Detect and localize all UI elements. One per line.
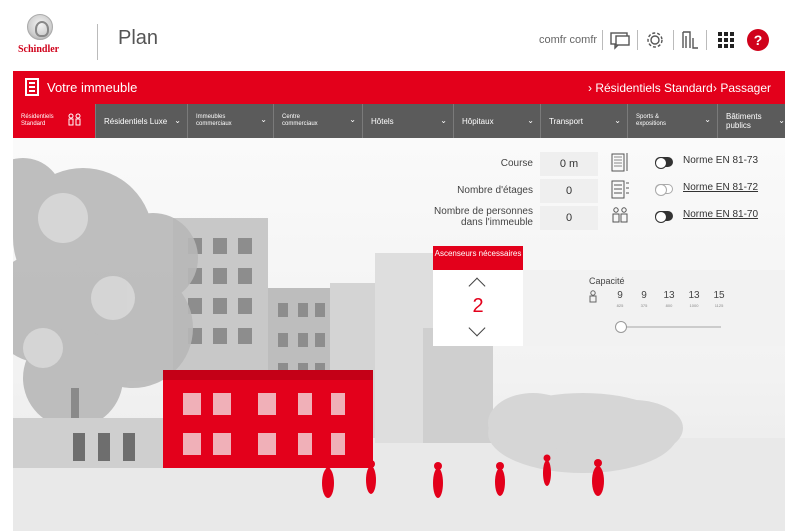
- chevron-down-icon: ⌄: [614, 116, 621, 125]
- chevron-down-icon: ⌄: [260, 115, 267, 124]
- tab-label: Immeubles commerciaux: [196, 114, 232, 127]
- norm-toggle-81-72[interactable]: [655, 184, 673, 196]
- capacity-slider-track[interactable]: [621, 326, 721, 328]
- tab-hotels[interactable]: Hôtels ⌄: [363, 104, 454, 138]
- tab-label: Résidentiels Luxe: [104, 116, 168, 126]
- floors-icon: [611, 180, 629, 199]
- tab-hospitals[interactable]: Hôpitaux ⌄: [454, 104, 541, 138]
- person-icon: [589, 290, 597, 303]
- tab-shopping-centers[interactable]: Centre commerciaux ⌄: [274, 104, 363, 138]
- elevator-stepper: 2: [433, 270, 523, 346]
- breadcrumb-passenger[interactable]: › Passager: [713, 81, 771, 95]
- norm-toggle-81-73[interactable]: [655, 157, 673, 169]
- course-label: Course: [500, 158, 533, 169]
- capacity-value[interactable]: 9: [634, 290, 654, 301]
- tab-label: Hôtels: [371, 116, 394, 126]
- elevator-icon[interactable]: [678, 28, 702, 52]
- decrease-arrow-icon[interactable]: [468, 319, 486, 337]
- tab-label: Hôpitaux: [462, 116, 494, 126]
- chevron-down-icon: ⌄: [778, 116, 785, 125]
- chevron-down-icon: ⌄: [440, 116, 447, 125]
- logo-emblem: [27, 14, 53, 40]
- capacity-value[interactable]: 9: [610, 290, 630, 301]
- capacity-title: Capacité: [589, 276, 625, 286]
- tab-public-buildings[interactable]: Bâtiments publics ⌄: [718, 104, 785, 138]
- norm-link-81-70[interactable]: Norme EN 81-70: [683, 209, 758, 220]
- capacity-load: 800: [665, 303, 673, 308]
- help-icon[interactable]: ?: [747, 29, 769, 51]
- header-separator: [673, 30, 674, 50]
- floors-label: Nombre d'étages: [457, 185, 533, 196]
- norm-label-81-73: Norme EN 81-73: [683, 155, 759, 166]
- chat-icon[interactable]: [608, 28, 632, 52]
- building-bar: Votre immeuble › Résidentiels Standard ›…: [13, 71, 785, 104]
- course-input[interactable]: 0 m: [540, 152, 598, 176]
- capacity-slider-handle[interactable]: [615, 321, 627, 333]
- category-nav: Résidentiels Standard Résidentiels Luxe ⌄…: [13, 104, 785, 138]
- chevron-down-icon: ⌄: [527, 116, 534, 125]
- tab-sports-expositions[interactable]: Sports & expositions ⌄: [628, 104, 718, 138]
- building-height-icon: [611, 153, 628, 172]
- tab-residential-standard[interactable]: Résidentiels Standard: [13, 104, 96, 138]
- building-icon: [25, 78, 39, 96]
- building-bar-title: Votre immeuble: [47, 80, 138, 95]
- tab-label: Centre commerciaux: [282, 114, 318, 127]
- grid-icon[interactable]: [714, 28, 738, 52]
- persons-label: Nombre de personnes dans l'immeuble: [434, 206, 533, 228]
- tab-transport[interactable]: Transport ⌄: [541, 104, 628, 138]
- capacity-value[interactable]: 15: [709, 290, 729, 301]
- chevron-down-icon: ⌄: [174, 116, 181, 125]
- capacity-value[interactable]: 13: [684, 290, 704, 301]
- tab-commercial-buildings[interactable]: Immeubles commerciaux ⌄: [188, 104, 274, 138]
- elevator-count: 2: [472, 295, 484, 317]
- header-separator: [706, 30, 707, 50]
- chevron-down-icon: ⌄: [349, 115, 356, 124]
- capacity-load: 1125: [714, 303, 724, 308]
- breadcrumb-residential[interactable]: › Résidentiels Standard: [588, 81, 713, 95]
- tab-label: Bâtiments publics: [726, 112, 762, 130]
- tab-label: Résidentiels Standard: [21, 114, 54, 127]
- people-icon: [68, 113, 81, 126]
- tab-label: Sports & expositions: [636, 114, 667, 127]
- tab-residential-luxury[interactable]: Résidentiels Luxe ⌄: [96, 104, 188, 138]
- elevators-heading: Ascenseurs nécessaires: [433, 246, 523, 270]
- persons-input[interactable]: 0: [540, 206, 598, 230]
- capacity-panel: Capacité 9 825 9 375 13 800 13 1000 15 1…: [523, 270, 785, 346]
- user-name[interactable]: comfr comfr: [539, 34, 597, 46]
- norm-link-81-72[interactable]: Norme EN 81-72: [683, 182, 758, 193]
- capacity-load: 375: [640, 303, 648, 308]
- top-header: Schindler Plan comfr comfr ?: [0, 0, 785, 70]
- schindler-logo[interactable]: Schindler: [18, 14, 62, 64]
- capacity-load: 1000: [689, 303, 699, 308]
- gear-icon[interactable]: [643, 28, 667, 52]
- header-separator: [602, 30, 603, 50]
- header-divider: [97, 24, 98, 60]
- logo-text: Schindler: [18, 44, 60, 55]
- norm-toggle-81-70[interactable]: [655, 211, 673, 223]
- page-title: Plan: [118, 27, 159, 49]
- header-separator: [637, 30, 638, 50]
- floors-input[interactable]: 0: [540, 179, 598, 203]
- capacity-load: 825: [616, 303, 624, 308]
- people-icon: [612, 207, 628, 223]
- increase-arrow-icon[interactable]: [468, 277, 486, 295]
- chevron-down-icon: ⌄: [704, 115, 711, 124]
- tab-label: Transport: [549, 116, 583, 126]
- capacity-value[interactable]: 13: [659, 290, 679, 301]
